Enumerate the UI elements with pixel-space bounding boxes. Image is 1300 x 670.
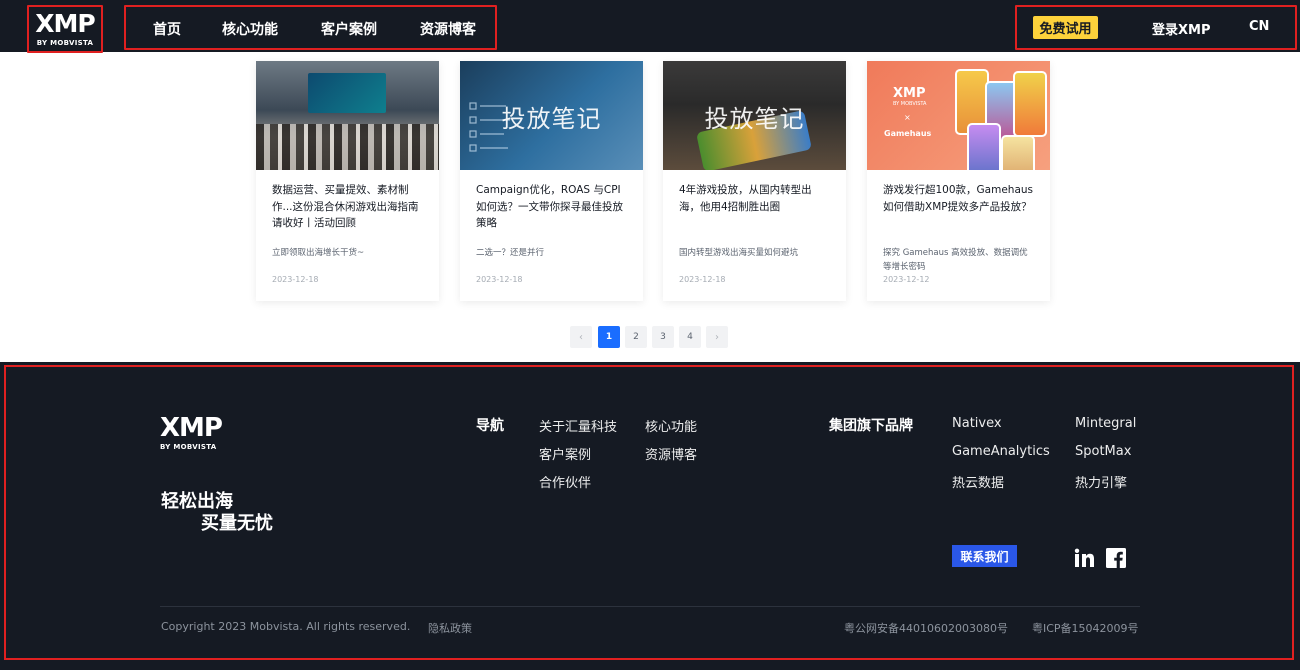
language-switch[interactable]: CN — [1249, 19, 1269, 34]
article-date: 2023-12-12 — [883, 275, 930, 284]
footer-logo-mark: XMP — [160, 413, 223, 443]
article-date: 2023-12-18 — [476, 275, 523, 284]
main-nav: 首页 核心功能 客户案例 资源博客 — [124, 5, 497, 50]
article-thumbnail: XMP BY MOBVISTA × Gamehaus — [867, 61, 1050, 170]
article-title[interactable]: 数据运营、买量提效、素材制作...这份混合休闲游戏出海指南请收好丨活动回顾 — [272, 182, 423, 232]
page-button-3[interactable]: 3 — [652, 326, 674, 348]
nav-item-home[interactable]: 首页 — [153, 19, 181, 39]
footer-brand-reyun[interactable]: 热云数据 — [952, 472, 1004, 491]
thumbnail-phone — [1001, 135, 1035, 170]
header-actions: 免费试用 登录XMP CN — [1015, 5, 1297, 50]
thumbnail-xmp-sub: BY MOBVISTA — [893, 101, 927, 107]
thumbnail-cross: × — [904, 113, 911, 122]
page-button-1[interactable]: 1 — [598, 326, 620, 348]
footer-slogan-line2: 买量无忧 — [201, 513, 273, 534]
article-desc: 国内转型游戏出海买量如何避坑 — [679, 248, 799, 258]
thumbnail-xmp-logo: XMP — [893, 86, 926, 101]
article-thumbnail: 投放笔记 — [663, 61, 846, 170]
login-link[interactable]: 登录XMP — [1152, 19, 1211, 38]
header-logo[interactable]: XMP BY MOBVISTA — [27, 5, 103, 53]
thumbnail-gamehaus-logo: Gamehaus — [884, 129, 932, 138]
copyright-text: Copyright 2023 Mobvista. All rights rese… — [161, 620, 411, 633]
article-card[interactable]: 投放笔记 4年游戏投放，从国内转型出海，他用4招制胜出圈 国内转型游戏出海买量如… — [663, 61, 846, 301]
page-button-4[interactable]: 4 — [679, 326, 701, 348]
article-desc: 探究 Gamehaus 高效投放、数据调优等增长密码 — [883, 248, 1028, 272]
thumbnail-audience — [256, 124, 439, 170]
footer-link-about[interactable]: 关于汇量科技 — [539, 416, 617, 435]
nav-item-features[interactable]: 核心功能 — [222, 19, 278, 39]
article-thumbnail: 投放笔记 — [460, 61, 643, 170]
footer-divider — [160, 606, 1140, 607]
article-desc: 立即领取出海增长干货~ — [272, 248, 365, 258]
article-card[interactable]: 数据运营、买量提效、素材制作...这份混合休闲游戏出海指南请收好丨活动回顾 立即… — [256, 61, 439, 301]
footer-brand-reli[interactable]: 热力引擎 — [1075, 472, 1127, 491]
privacy-policy-link[interactable]: 隐私政策 — [428, 620, 472, 636]
footer-link-features[interactable]: 核心功能 — [645, 416, 697, 435]
footer-link-cases[interactable]: 客户案例 — [539, 444, 591, 463]
footer-brand-spotmax[interactable]: SpotMax — [1075, 444, 1131, 459]
article-card[interactable]: XMP BY MOBVISTA × Gamehaus 游戏发行超100款，Gam… — [867, 61, 1050, 301]
footer-link-partners[interactable]: 合作伙伴 — [539, 472, 591, 491]
nav-item-blog[interactable]: 资源博客 — [420, 19, 476, 39]
thumbnail-title: 投放笔记 — [501, 105, 602, 133]
footer-brand-gameanalytics[interactable]: GameAnalytics — [952, 444, 1050, 459]
nav-item-cases[interactable]: 客户案例 — [321, 19, 377, 39]
footer-nav-heading: 导航 — [476, 418, 504, 434]
footer-brand-mintegral[interactable]: Mintegral — [1075, 416, 1136, 431]
article-card[interactable]: 投放笔记 Campaign优化，ROAS 与CPI 如何选？一文带你探寻最佳投放… — [460, 61, 643, 301]
footer-brand-nativex[interactable]: Nativex — [952, 416, 1002, 431]
icp-record-link[interactable]: 粤ICP备15042009号 — [1032, 620, 1139, 636]
thumbnail-title: 投放笔记 — [704, 105, 805, 133]
free-trial-button[interactable]: 免费试用 — [1033, 16, 1098, 39]
next-page-button[interactable]: › — [706, 326, 728, 348]
thumbnail-phone — [1013, 71, 1047, 137]
article-date: 2023-12-18 — [679, 275, 726, 284]
thumbnail-stage-screen — [308, 73, 386, 113]
page-button-2[interactable]: 2 — [625, 326, 647, 348]
footer-logo[interactable]: XMP BY MOBVISTA — [160, 413, 223, 451]
contact-us-button[interactable]: 联系我们 — [952, 545, 1017, 567]
logo-mark: XMP — [35, 9, 95, 38]
top-header: XMP BY MOBVISTA 首页 核心功能 客户案例 资源博客 免费试用 登… — [0, 0, 1300, 53]
footer-logo-sub: BY MOBVISTA — [160, 443, 217, 451]
article-title[interactable]: 4年游戏投放，从国内转型出海，他用4招制胜出圈 — [679, 182, 830, 232]
article-title[interactable]: 游戏发行超100款，Gamehaus 如何借助XMP提效多产品投放？ — [883, 182, 1034, 232]
article-date: 2023-12-18 — [272, 275, 319, 284]
site-footer: XMP BY MOBVISTA 轻松出海 买量无忧 导航 关于汇量科技 核心功能… — [0, 362, 1300, 670]
logo-sub: BY MOBVISTA — [36, 39, 94, 47]
linkedin-icon[interactable] — [1074, 548, 1094, 568]
thumbnail-phone — [967, 123, 1001, 170]
article-desc: 二选一？还是并行 — [476, 248, 545, 258]
footer-brands-heading: 集团旗下品牌 — [829, 418, 913, 434]
article-list: 数据运营、买量提效、素材制作...这份混合休闲游戏出海指南请收好丨活动回顾 立即… — [256, 61, 1056, 301]
prev-page-button[interactable]: ‹ — [570, 326, 592, 348]
article-title[interactable]: Campaign优化，ROAS 与CPI 如何选？一文带你探寻最佳投放策略 — [476, 182, 627, 232]
facebook-icon[interactable] — [1106, 548, 1126, 568]
article-thumbnail — [256, 61, 439, 170]
police-record-link[interactable]: 粤公网安备44010602003080号 — [844, 620, 1008, 636]
footer-link-blog[interactable]: 资源博客 — [645, 444, 697, 463]
